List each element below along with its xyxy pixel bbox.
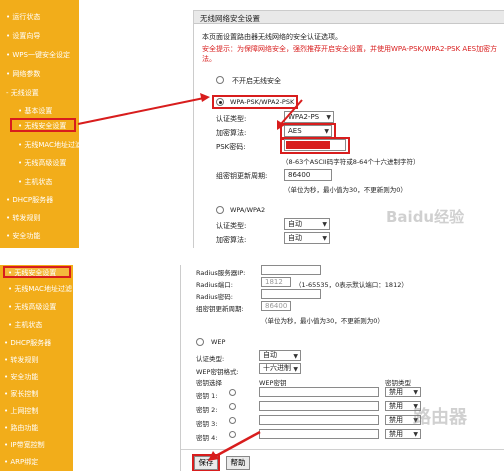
arrow-overlay-bottom — [208, 430, 261, 461]
arrow-overlay-top — [77, 93, 303, 130]
top-screenshot: • 运行状态 • 设置向导 • WPS一键安全设定 • 网络参数 - 无线设置 … — [0, 0, 504, 248]
arrow-to-save — [213, 430, 261, 459]
bottom-screenshot: • 无线安全设置 • 无线MAC地址过滤 • 无线高级设置 • 主机状态 • D… — [0, 265, 504, 471]
arrow-to-cipher — [280, 99, 303, 125]
arrow-to-wpa-psk — [77, 97, 205, 125]
arrowhead-wpa-psk — [200, 93, 210, 102]
